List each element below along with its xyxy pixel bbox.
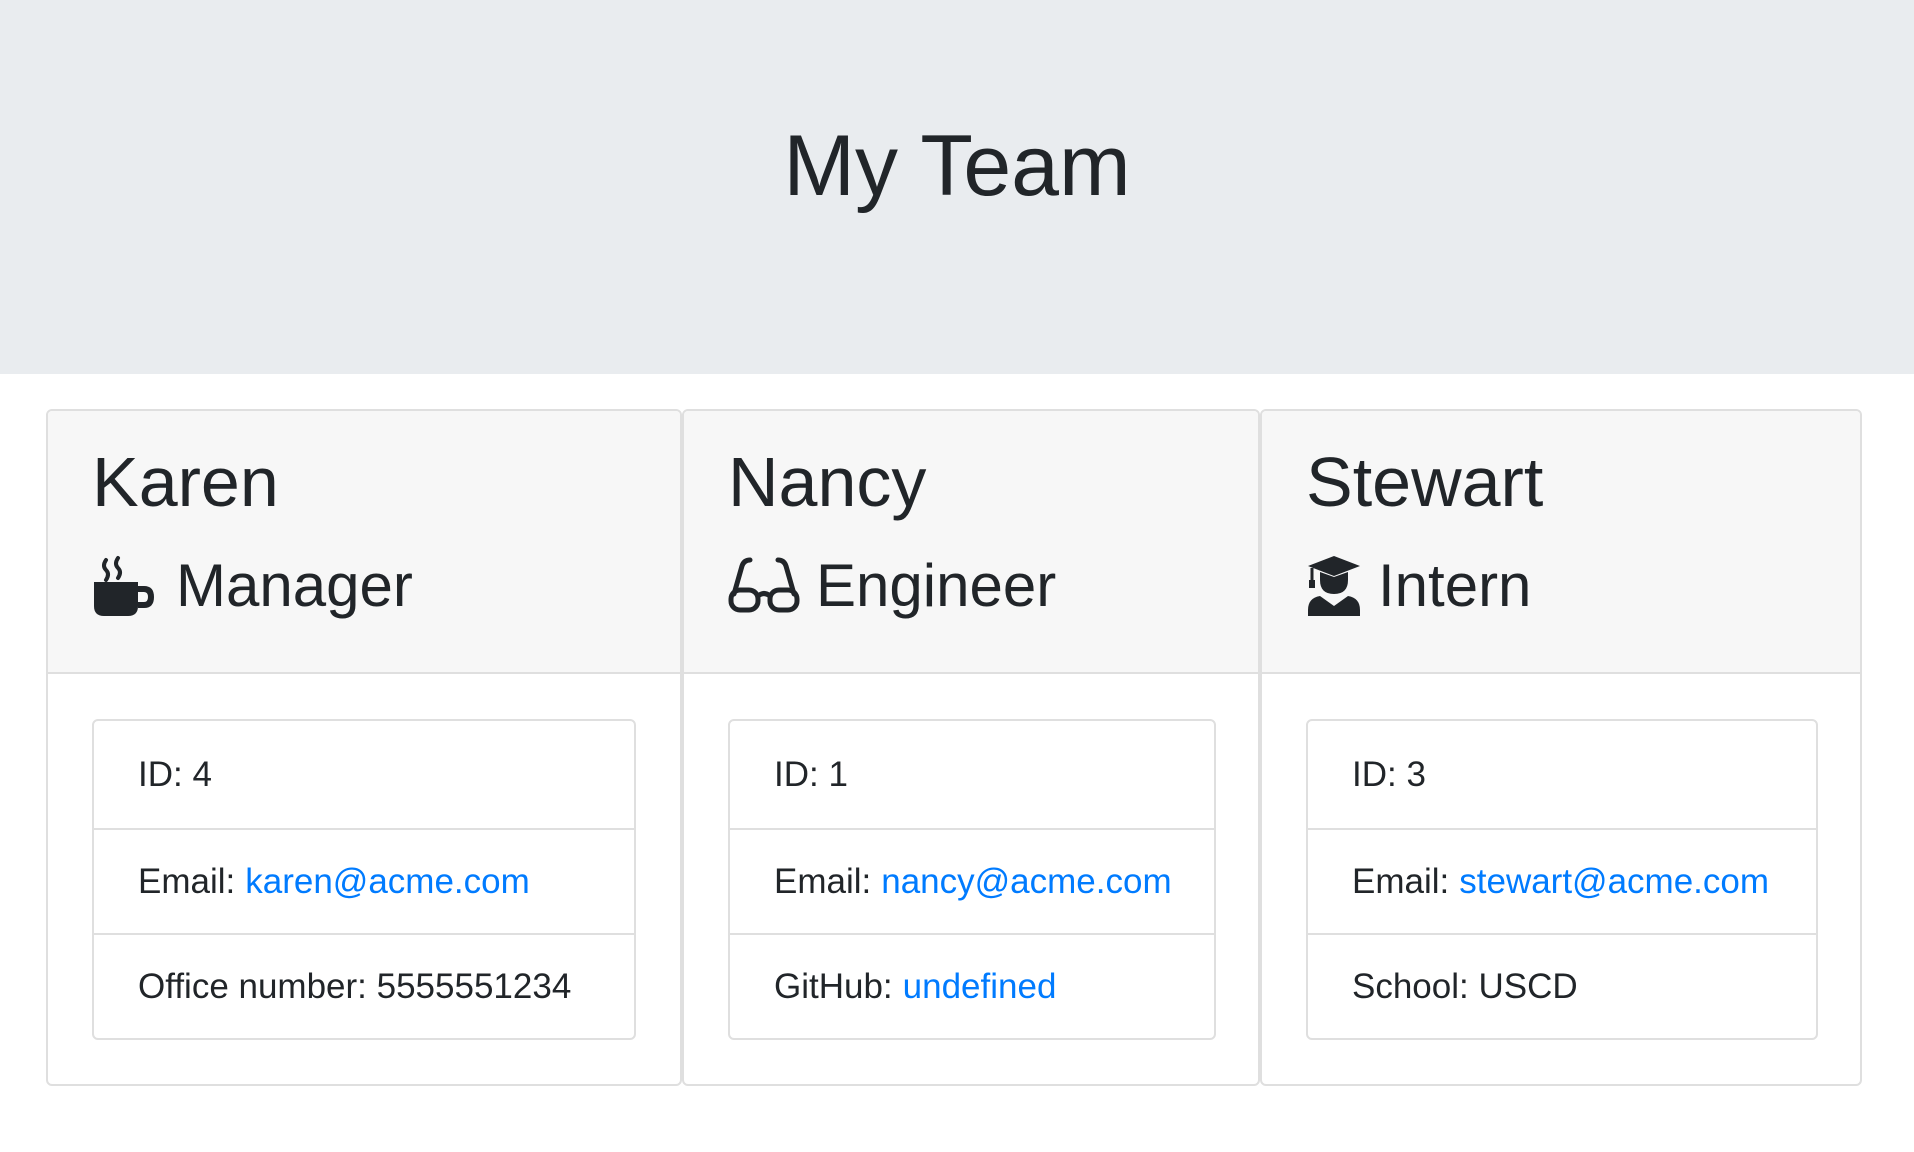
employee-card-stewart: Stewart Intern ID: 3 Email: stewart@acme… [1260, 409, 1862, 1086]
list-item-email: Email: stewart@acme.com [1308, 828, 1816, 933]
graduate-icon [1306, 554, 1362, 618]
card-header: Karen Manager [48, 411, 680, 674]
email-link[interactable]: stewart@acme.com [1459, 862, 1769, 902]
card-header: Stewart Intern [1262, 411, 1860, 674]
office-number-text: Office number: 5555551234 [138, 966, 572, 1006]
email-label: Email: [138, 861, 236, 901]
list-item-email: Email: karen@acme.com [94, 828, 634, 933]
glasses-icon [728, 554, 800, 618]
id-text: ID: 1 [774, 754, 848, 794]
employee-name: Nancy [728, 443, 927, 521]
email-label: Email: [1352, 861, 1450, 901]
email-link[interactable]: nancy@acme.com [881, 862, 1171, 902]
details-list: ID: 4 Email: karen@acme.com Office numbe… [92, 719, 636, 1040]
employee-role: Engineer [728, 551, 1056, 621]
id-text: ID: 3 [1352, 754, 1426, 794]
school-text: School: USCD [1352, 966, 1578, 1006]
email-link[interactable]: karen@acme.com [245, 862, 530, 902]
list-item-email: Email: nancy@acme.com [730, 828, 1214, 933]
github-label: GitHub: [774, 966, 893, 1006]
list-item-office: Office number: 5555551234 [94, 933, 634, 1038]
employee-card-nancy: Nancy Engineer ID: 1 Email: nancy@acme.c… [682, 409, 1260, 1086]
card-header: Nancy Engineer [684, 411, 1258, 674]
list-item-id: ID: 1 [730, 721, 1214, 828]
details-list: ID: 1 Email: nancy@acme.com GitHub: unde… [728, 719, 1216, 1040]
role-label: Intern [1378, 552, 1532, 619]
details-list: ID: 3 Email: stewart@acme.com School: US… [1306, 719, 1818, 1040]
email-label: Email: [774, 861, 872, 901]
role-label: Manager [176, 552, 413, 619]
list-item-github: GitHub: undefined [730, 933, 1214, 1038]
list-item-school: School: USCD [1308, 933, 1816, 1038]
employee-role: Manager [92, 551, 413, 621]
page-title: My Team [783, 118, 1131, 214]
employee-name: Karen [92, 443, 279, 521]
list-item-id: ID: 3 [1308, 721, 1816, 828]
employee-role: Intern [1306, 551, 1531, 621]
id-text: ID: 4 [138, 754, 212, 794]
role-label: Engineer [816, 552, 1057, 619]
list-item-id: ID: 4 [94, 721, 634, 828]
mug-hot-icon [92, 554, 160, 618]
header-jumbotron: My Team [0, 0, 1914, 374]
employee-card-karen: Karen Manager ID: 4 Email: karen@acme.co… [46, 409, 682, 1086]
github-link[interactable]: undefined [903, 967, 1057, 1007]
employee-name: Stewart [1306, 443, 1544, 521]
